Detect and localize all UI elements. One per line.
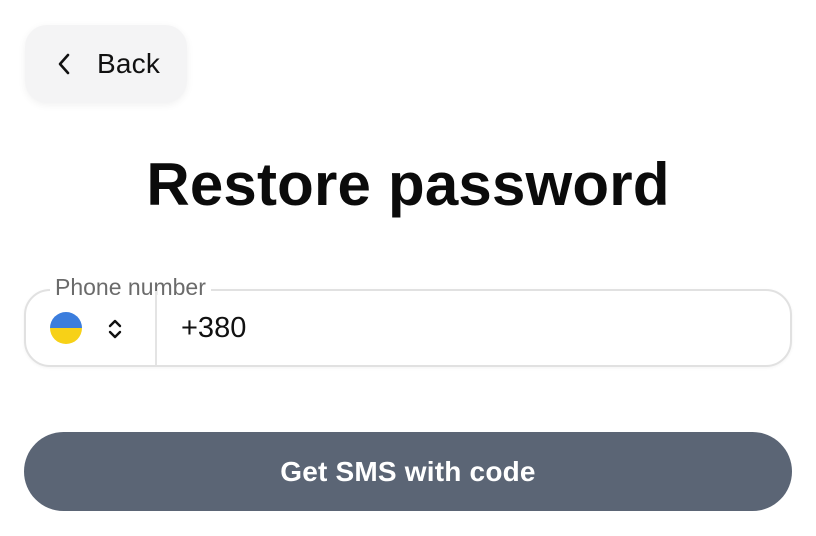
ukraine-flag-icon [50,312,82,344]
chevron-left-icon [55,53,73,75]
phone-field: Phone number [24,272,792,367]
chevron-up-down-icon [106,316,124,342]
phone-number-input[interactable] [157,291,787,365]
page-title: Restore password [146,151,670,218]
get-sms-button[interactable]: Get SMS with code [24,432,792,511]
back-button[interactable]: Back [25,25,187,103]
restore-password-page: Back Restore password Phone number Get S… [0,0,816,536]
back-label: Back [97,48,161,79]
country-code-select[interactable] [26,291,156,365]
